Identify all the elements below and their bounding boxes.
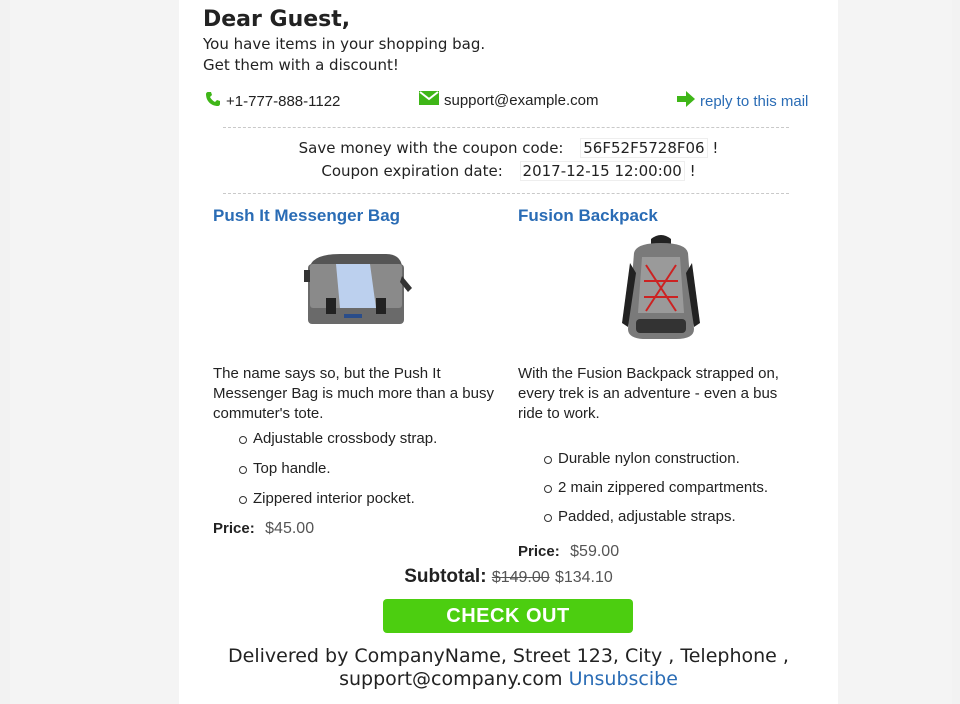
- subtotal-label: Subtotal:: [404, 566, 487, 587]
- feature-item: Top handle.: [239, 454, 498, 484]
- product-description: The name says so, but the Push It Messen…: [213, 365, 494, 422]
- coupon-expiry-row: Coupon expiration date: 2017-12-15 12:00…: [179, 161, 838, 181]
- product-image[interactable]: [518, 232, 803, 344]
- coupon-code[interactable]: 56F52F5728F06: [580, 138, 708, 158]
- product-title-link[interactable]: Push It Messenger Bag: [213, 204, 498, 228]
- product-image[interactable]: [213, 232, 498, 344]
- coupon-expiry-suffix: !: [689, 162, 696, 180]
- reply-link[interactable]: reply to this mail: [700, 93, 808, 110]
- product-price: Price: $45.00: [213, 520, 498, 538]
- contact-reply[interactable]: reply to this mail: [677, 91, 808, 111]
- arrow-right-icon: [677, 91, 695, 111]
- product-card: Fusion Backpack With the Fusion Backpack…: [518, 204, 803, 561]
- product-card: Push It Messenger Bag The name says so, …: [213, 204, 498, 538]
- phone-number: +1-777-888-1122: [226, 92, 341, 110]
- email-address: support@example.com: [444, 91, 599, 109]
- envelope-icon: [419, 91, 439, 109]
- checkout-button[interactable]: CHECK OUT: [383, 599, 633, 633]
- divider: [223, 127, 789, 128]
- price-value: $59.00: [570, 543, 620, 560]
- greeting-line-1: You have items in your shopping bag.: [203, 35, 486, 53]
- contact-phone[interactable]: +1-777-888-1122: [205, 91, 340, 111]
- backpack-image: [621, 235, 700, 339]
- product-title-link[interactable]: Fusion Backpack: [518, 204, 803, 228]
- price-value: $45.00: [265, 520, 315, 537]
- subtotal-old-price: $149.00: [491, 569, 550, 586]
- feature-item: Zippered interior pocket.: [239, 484, 498, 514]
- footer: Delivered by CompanyName, Street 123, Ci…: [179, 645, 838, 691]
- greeting-title: Dear Guest,: [203, 7, 351, 32]
- greeting: Dear Guest, You have items in your shopp…: [203, 6, 485, 76]
- product-price: Price: $59.00: [518, 543, 803, 561]
- feature-item: Adjustable crossbody strap.: [239, 424, 498, 454]
- coupon-code-row: Save money with the coupon code: 56F52F5…: [179, 138, 838, 158]
- feature-item: Padded, adjustable straps.: [544, 502, 803, 531]
- feature-item: 2 main zippered compartments.: [544, 473, 803, 502]
- footer-email: support@company.com: [339, 668, 563, 690]
- unsubscribe-link[interactable]: Unsubscibe: [569, 668, 678, 690]
- divider: [223, 193, 789, 194]
- greeting-line-2: Get them with a discount!: [203, 56, 399, 74]
- product-description: With the Fusion Backpack strapped on, ev…: [518, 365, 779, 422]
- phone-icon: [205, 91, 221, 111]
- messenger-bag-image: [303, 254, 412, 324]
- coupon-code-suffix: !: [712, 139, 719, 157]
- contact-email[interactable]: support@example.com: [419, 91, 598, 109]
- coupon-code-label: Save money with the coupon code:: [298, 139, 564, 157]
- subtotal-new-price: $134.10: [554, 569, 613, 586]
- price-label: Price:: [213, 520, 255, 537]
- footer-address: Delivered by CompanyName, Street 123, Ci…: [228, 645, 789, 667]
- feature-list: Adjustable crossbody strap. Top handle. …: [213, 424, 498, 514]
- feature-item: Durable nylon construction.: [544, 444, 803, 473]
- coupon-expiry-date: 2017-12-15 12:00:00: [519, 161, 685, 181]
- email-body: Dear Guest, You have items in your shopp…: [179, 0, 838, 704]
- contact-bar: +1-777-888-1122 support@example.com repl…: [203, 91, 813, 111]
- price-label: Price:: [518, 543, 560, 560]
- feature-list: Durable nylon construction. 2 main zippe…: [518, 444, 803, 531]
- coupon-expiry-label: Coupon expiration date:: [321, 162, 503, 180]
- footer-contact: support@company.com Unsubscibe: [179, 668, 838, 691]
- subtotal: Subtotal: $149.00 $134.10: [179, 566, 838, 588]
